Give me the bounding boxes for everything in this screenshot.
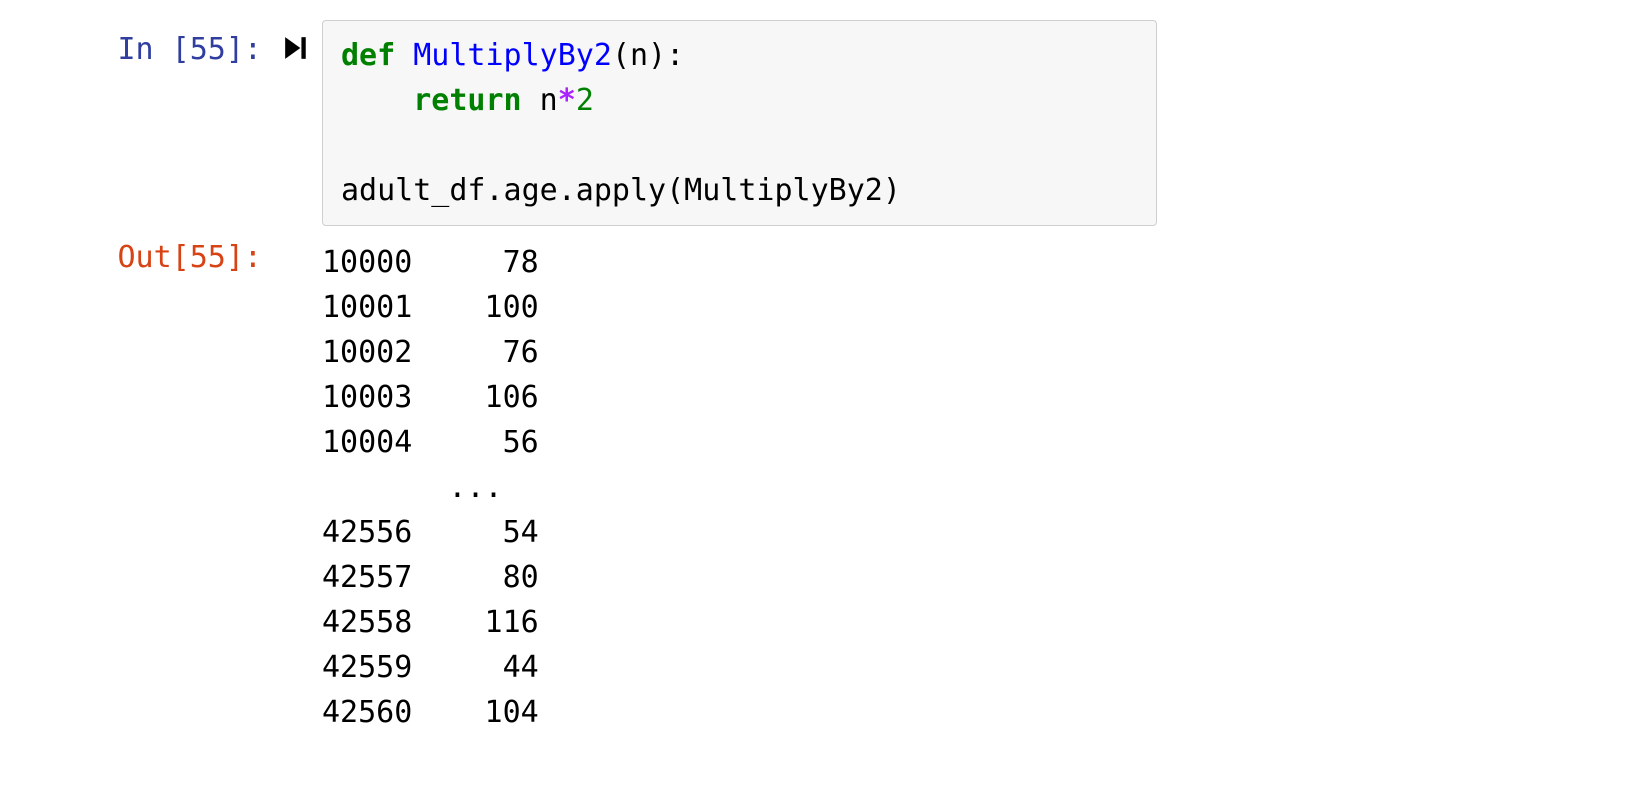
input-prompt: In [55]: [0,20,280,67]
run-to-end-icon [283,34,309,62]
output-cell: Out[55]: 10000 78 10001 100 10002 76 100… [0,234,1650,735]
operator-multiply: * [558,83,576,118]
input-area: def MultiplyBy2(n): return n*2 adult_df.… [280,20,1650,226]
run-cell-button[interactable] [280,20,322,62]
code-line: adult_df.age.apply(MultiplyBy2) [341,173,901,208]
output-area: 10000 78 10001 100 10002 76 10003 106 10… [280,234,1650,735]
jupyter-notebook: In [55]: def MultiplyBy2(n): return n*2 … [0,20,1650,735]
output-text: 10000 78 10001 100 10002 76 10003 106 10… [280,234,539,735]
keyword-def: def [341,38,395,73]
code-cell: In [55]: def MultiplyBy2(n): return n*2 … [0,20,1650,226]
code-editor[interactable]: def MultiplyBy2(n): return n*2 adult_df.… [322,20,1157,226]
function-name: MultiplyBy2 [413,38,612,73]
output-prompt: Out[55]: [0,234,280,275]
keyword-return: return [413,83,521,118]
